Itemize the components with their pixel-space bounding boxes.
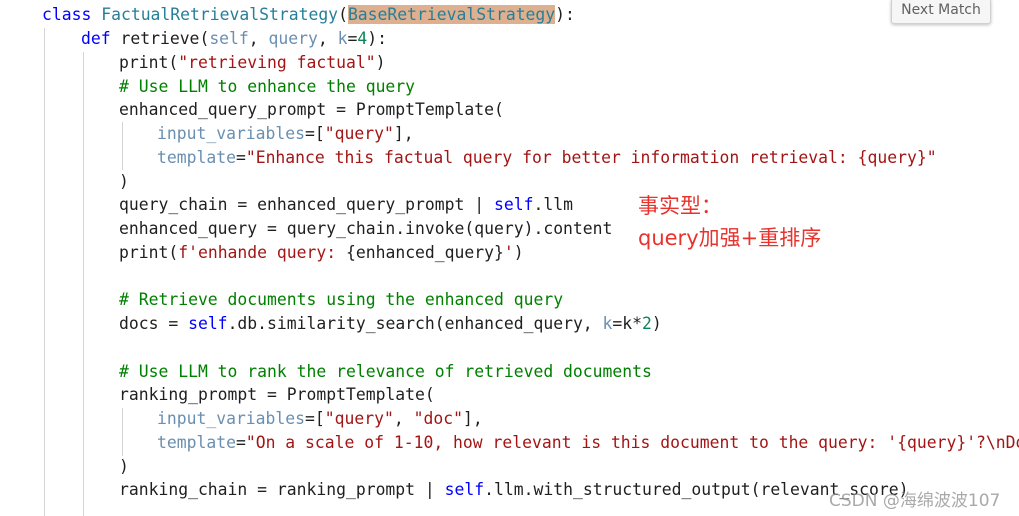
code-token: query: [268, 29, 318, 48]
code-token: print: [119, 53, 169, 72]
code-token: ): [513, 243, 524, 262]
code-token: {enhanced_query}: [345, 243, 504, 262]
code-token: ,: [317, 29, 338, 48]
code-token: =: [235, 148, 246, 167]
code-token: .db.similarity_search(enhanced_query,: [227, 314, 603, 333]
code-token: ranking_chain = ranking_prompt |: [119, 480, 445, 499]
indent-guide: [83, 52, 84, 516]
code-line[interactable]: ): [119, 170, 129, 194]
code-token: "query": [324, 409, 394, 428]
code-line[interactable]: query_chain = enhanced_query_prompt | se…: [119, 193, 573, 217]
code-token: class: [42, 5, 102, 24]
code-token: 4: [357, 29, 368, 48]
code-line[interactable]: input_variables=["query"],: [157, 122, 414, 146]
code-token: k: [337, 29, 348, 48]
code-token: =k*: [612, 314, 643, 333]
code-token: ranking_prompt = PromptTemplate(: [119, 385, 435, 404]
code-token: =: [235, 433, 246, 452]
indent-guide: [44, 28, 45, 516]
code-line[interactable]: print(f'enhande query: {enhanced_query}'…: [119, 241, 524, 265]
code-editor[interactable]: class FactualRetrievalStrategy(BaseRetri…: [0, 0, 1019, 516]
code-token: # Retrieve documents using the enhanced …: [119, 290, 564, 309]
indent-guide: [122, 408, 123, 456]
code-line[interactable]: # Use LLM to enhance the query: [119, 75, 415, 99]
code-token: "On a scale of 1-10, how relevant is thi…: [245, 433, 1019, 452]
next-match-button[interactable]: Next Match: [891, 0, 991, 24]
code-token: =[: [305, 124, 325, 143]
code-token: template: [157, 148, 236, 167]
watermark: CSDN @海绵波波107: [829, 491, 1001, 511]
code-token: "doc": [413, 409, 463, 428]
code-token: ): [119, 457, 129, 476]
code-token: k: [602, 314, 613, 333]
code-token: "retrieving factual": [178, 53, 376, 72]
code-token: query_chain = enhanced_query_prompt |: [119, 195, 494, 214]
code-token: BaseRetrievalStrategy: [347, 5, 556, 24]
code-token: (: [168, 243, 179, 262]
code-line[interactable]: enhanced_query_prompt = PromptTemplate(: [119, 98, 504, 122]
code-token: self: [188, 314, 228, 333]
code-token: ): [375, 53, 386, 72]
code-token: def: [81, 29, 121, 48]
code-token: ],: [462, 409, 483, 428]
code-token: ): [119, 172, 129, 191]
code-token: # Use LLM to enhance the query: [119, 77, 416, 96]
indent-guide: [122, 122, 123, 170]
code-token: enhanced_query = query_chain.invoke(quer…: [119, 219, 613, 238]
code-token: 2: [642, 314, 652, 333]
code-token: print: [119, 243, 169, 262]
code-token: enhanced_query_prompt = PromptTemplate(: [119, 100, 504, 119]
code-line[interactable]: template="Enhance this factual query for…: [157, 146, 937, 170]
code-line[interactable]: docs = self.db.similarity_search(enhance…: [119, 312, 662, 336]
code-token: (: [199, 29, 210, 48]
code-token: self: [493, 195, 534, 214]
code-token: =: [347, 29, 358, 48]
code-token: retrieve: [120, 29, 200, 48]
annotation-subtitle: query加强+重排序: [638, 226, 822, 250]
code-token: ,: [248, 29, 269, 48]
code-token: f'enhande query:: [178, 243, 346, 262]
code-token: template: [157, 433, 236, 452]
code-token: input_variables: [157, 124, 306, 143]
code-line[interactable]: ranking_chain = ranking_prompt | self.ll…: [119, 478, 908, 502]
code-token: self: [444, 480, 485, 499]
code-line[interactable]: class FactualRetrievalStrategy(BaseRetri…: [42, 3, 575, 27]
code-line[interactable]: template="On a scale of 1-10, how releva…: [157, 431, 1019, 455]
code-token: ):: [555, 5, 575, 24]
code-line[interactable]: print("retrieving factual"): [119, 51, 385, 75]
code-token: ,: [393, 409, 414, 428]
code-token: "query": [324, 124, 394, 143]
annotation-title: 事实型：: [638, 194, 722, 218]
code-token: ):: [367, 29, 388, 48]
code-line[interactable]: # Retrieve documents using the enhanced …: [119, 288, 563, 312]
code-token: .llm: [533, 195, 573, 214]
code-token: self: [209, 29, 249, 48]
code-token: ': [503, 243, 514, 262]
code-line[interactable]: input_variables=["query", "doc"],: [157, 407, 483, 431]
code-line[interactable]: ): [119, 455, 129, 479]
code-token: ): [651, 314, 662, 333]
code-token: (: [168, 53, 179, 72]
code-token: # Use LLM to rank the relevance of retri…: [119, 362, 652, 381]
code-token: input_variables: [157, 409, 306, 428]
code-token: docs =: [119, 314, 189, 333]
code-token: "Enhance this factual query for better i…: [245, 148, 937, 167]
code-token: (: [338, 5, 348, 24]
code-line[interactable]: # Use LLM to rank the relevance of retri…: [119, 360, 652, 384]
code-token: FactualRetrievalStrategy: [101, 5, 339, 24]
code-line[interactable]: enhanced_query = query_chain.invoke(quer…: [119, 217, 612, 241]
code-token: ],: [393, 124, 414, 143]
code-line[interactable]: def retrieve(self, query, k=4):: [81, 27, 387, 51]
code-line[interactable]: ranking_prompt = PromptTemplate(: [119, 383, 435, 407]
code-token: =[: [305, 409, 325, 428]
